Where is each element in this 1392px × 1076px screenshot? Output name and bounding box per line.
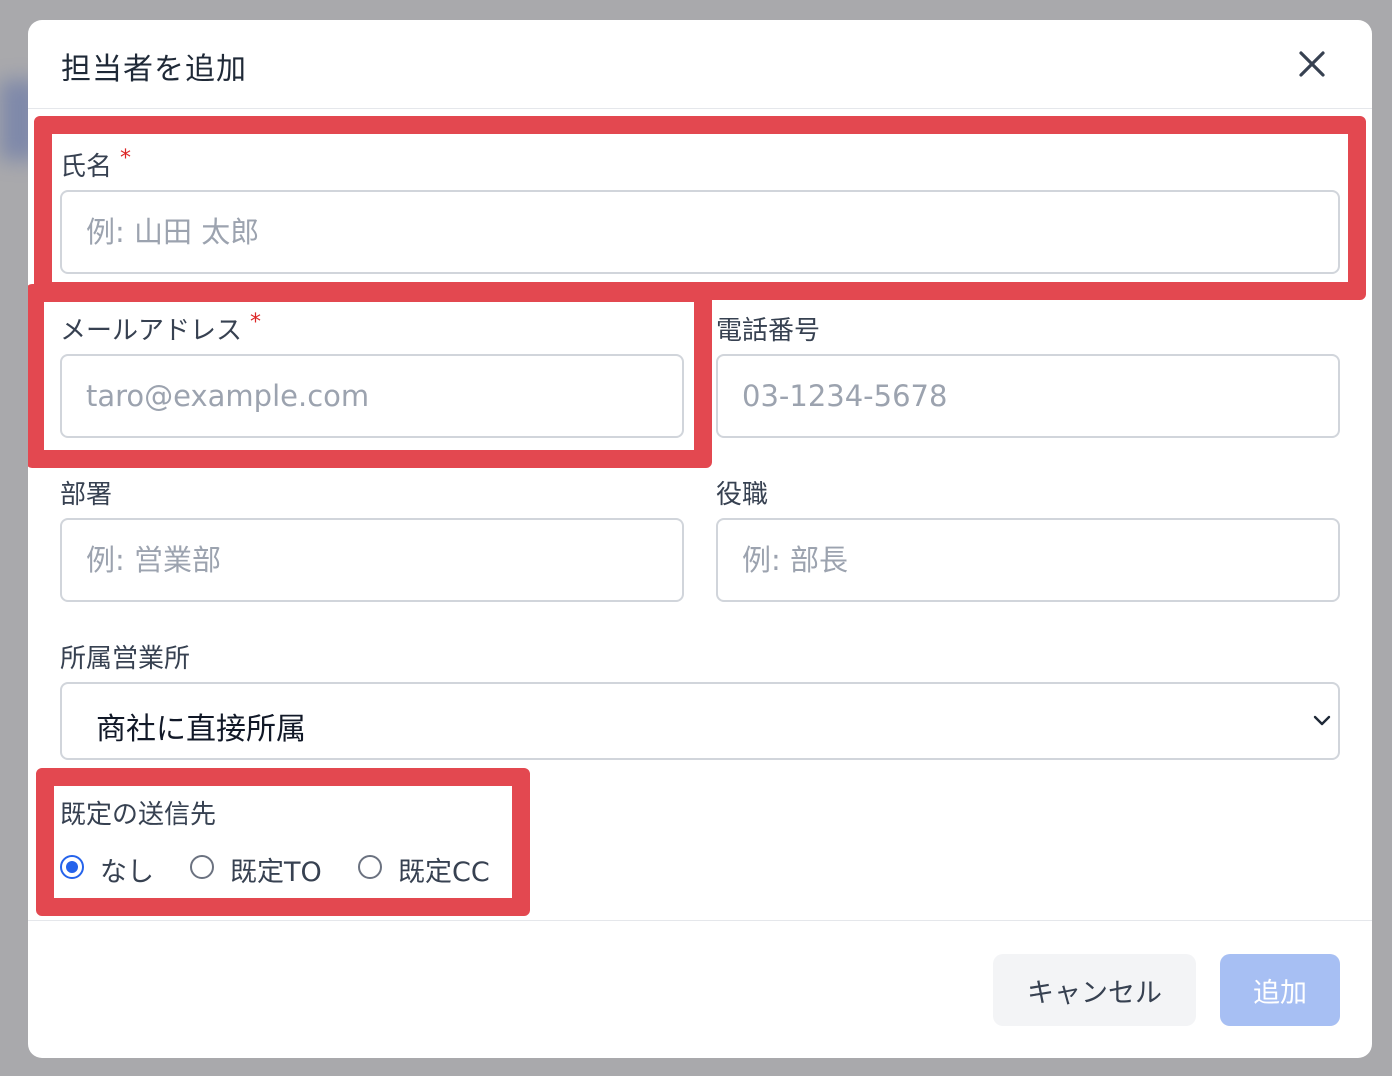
- position-label: 役職: [716, 480, 769, 510]
- radio-none-label: なし: [100, 857, 154, 888]
- radio-button[interactable]: [190, 855, 214, 879]
- radio-button[interactable]: [358, 855, 382, 879]
- office-select[interactable]: 商社に直接所属: [60, 682, 1340, 760]
- chevron-down-icon: [1313, 715, 1331, 726]
- add-contact-dialog: 担当者を追加 氏名 * メールアドレス * 電話番号 部署 役職 所属営業所 商社に…: [28, 20, 1372, 1058]
- name-input[interactable]: [60, 190, 1340, 274]
- footer-divider: [28, 920, 1372, 921]
- cancel-button[interactable]: キャンセル: [993, 954, 1196, 1026]
- department-input[interactable]: [60, 518, 684, 602]
- phone-input[interactable]: [716, 354, 1340, 438]
- office-select-value: 商社に直接所属: [96, 712, 306, 747]
- email-label-text: メールアドレス: [60, 316, 243, 346]
- email-label: メールアドレス *: [60, 310, 261, 347]
- radio-default-to-label: 既定TO: [230, 857, 322, 888]
- name-label: 氏名 *: [60, 146, 131, 183]
- email-input[interactable]: [60, 354, 684, 438]
- required-mark: *: [120, 146, 132, 171]
- highlight-default-recipient: [36, 768, 530, 916]
- required-mark: *: [250, 310, 262, 335]
- office-label: 所属営業所: [60, 644, 191, 674]
- dialog-title: 担当者を追加: [61, 52, 247, 87]
- default-recipient-label: 既定の送信先: [60, 800, 217, 830]
- name-label-text: 氏名: [60, 152, 113, 182]
- radio-default-to[interactable]: 既定TO: [190, 848, 340, 888]
- radio-button-checked[interactable]: [60, 855, 84, 879]
- phone-label: 電話番号: [716, 316, 821, 346]
- radio-default-cc-label: 既定CC: [398, 857, 490, 888]
- radio-default-cc[interactable]: 既定CC: [358, 848, 508, 888]
- radio-none[interactable]: なし: [60, 848, 170, 888]
- position-input[interactable]: [716, 518, 1340, 602]
- department-label: 部署: [60, 480, 113, 510]
- add-button[interactable]: 追加: [1220, 954, 1340, 1026]
- dialog-header: 担当者を追加: [28, 20, 1372, 109]
- close-icon: [1299, 51, 1325, 77]
- close-button[interactable]: [1290, 42, 1334, 86]
